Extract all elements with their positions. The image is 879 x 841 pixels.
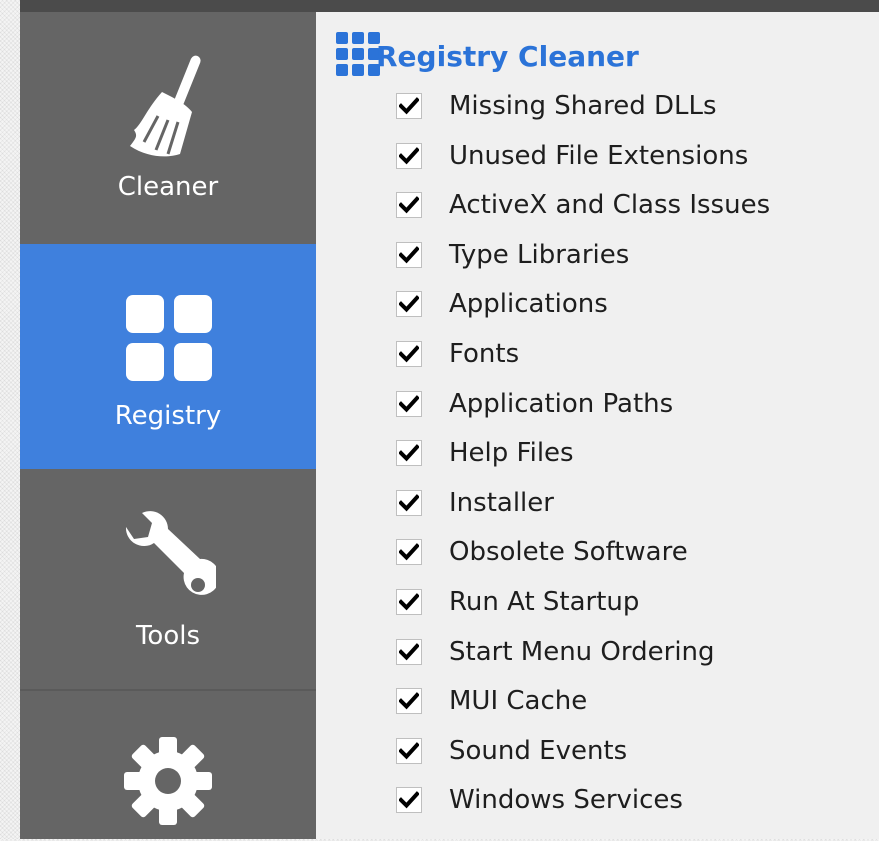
option-checkbox[interactable] xyxy=(396,340,422,367)
option-label: Missing Shared DLLs xyxy=(449,91,717,121)
option-label: Run At Startup xyxy=(449,586,640,617)
option-checkbox[interactable] xyxy=(396,588,422,615)
sidebar-item-options[interactable] xyxy=(20,689,316,841)
option-checkbox[interactable] xyxy=(396,440,422,467)
option-checkbox[interactable] xyxy=(396,142,422,169)
top-bar xyxy=(20,0,879,12)
checkmark-icon xyxy=(399,97,419,115)
option-checkbox[interactable] xyxy=(396,539,422,566)
section-title: Registry Cleaner xyxy=(376,40,639,73)
option-checkbox[interactable] xyxy=(396,291,422,318)
option-label: MUI Cache xyxy=(449,686,588,717)
option-checkbox[interactable] xyxy=(396,737,422,764)
option-checkbox[interactable] xyxy=(396,638,422,665)
option-checkbox[interactable] xyxy=(396,787,422,814)
checkmark-icon xyxy=(399,146,419,164)
option-checkbox[interactable] xyxy=(396,390,422,417)
checkmark-icon xyxy=(399,692,419,710)
option-label: Applications xyxy=(449,289,608,320)
option-label: Installer xyxy=(449,487,554,518)
checkmark-icon xyxy=(399,593,419,611)
option-label: Sound Events xyxy=(449,735,628,766)
grid-icon xyxy=(126,295,212,381)
gear-icon xyxy=(124,737,212,825)
option-label: Fonts xyxy=(449,338,520,369)
checkmark-icon xyxy=(399,196,419,214)
broom-icon xyxy=(130,55,201,157)
sidebar-item-label: Tools xyxy=(135,621,201,651)
checkmark-icon xyxy=(399,345,419,363)
checkmark-icon xyxy=(399,642,419,660)
option-checkbox[interactable] xyxy=(396,489,422,516)
option-label: Obsolete Software xyxy=(449,537,688,568)
option-checkbox[interactable] xyxy=(396,688,422,715)
sidebar-item-label: Cleaner xyxy=(117,172,219,202)
checkmark-icon xyxy=(399,493,419,512)
sidebar-item-tools[interactable]: Tools xyxy=(20,469,316,689)
checkmark-icon xyxy=(399,295,419,313)
main-panel: Registry Cleaner Missing Shared DLLs Unus… xyxy=(316,12,879,839)
option-label: ActiveX and Class Issues xyxy=(449,190,771,221)
option-checkbox[interactable] xyxy=(396,241,422,268)
option-label: Unused File Extensions xyxy=(449,140,749,171)
option-label: Start Menu Ordering xyxy=(449,636,715,667)
option-label: Windows Services xyxy=(449,785,683,816)
checkmark-icon xyxy=(399,444,419,462)
option-label: Help Files xyxy=(449,438,574,469)
checkmark-icon xyxy=(399,741,419,760)
sidebar-item-label: Registry xyxy=(114,401,222,431)
checkmark-icon xyxy=(399,394,419,412)
option-checkbox[interactable] xyxy=(396,93,422,119)
checkmark-icon xyxy=(399,245,419,264)
checkmark-icon xyxy=(399,791,419,809)
option-label: Application Paths xyxy=(449,388,674,419)
sidebar-item-cleaner[interactable]: Cleaner xyxy=(20,12,316,244)
sidebar-item-registry[interactable]: Registry xyxy=(20,244,316,469)
checkmark-icon xyxy=(399,543,419,561)
wrench-icon xyxy=(125,511,216,595)
option-checkbox[interactable] xyxy=(396,192,422,219)
sidebar: Cleaner Registry Tools xyxy=(20,12,316,839)
option-label: Type Libraries xyxy=(449,239,630,270)
